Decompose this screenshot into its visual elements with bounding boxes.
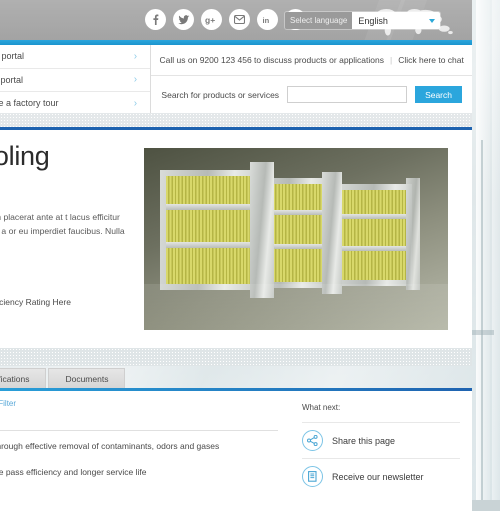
what-next-label: Share this page — [332, 435, 396, 446]
what-next-label: Receive our newsletter — [332, 471, 424, 482]
twitter-icon[interactable] — [173, 9, 194, 30]
social-links: g+ in P — [145, 9, 306, 30]
newsletter-icon — [302, 466, 323, 487]
chevron-right-icon: › — [133, 97, 138, 109]
chevron-down-icon — [429, 18, 436, 23]
what-next-title: What next: — [302, 403, 341, 412]
efficiency-rating-label: Efficiency Rating Here — [0, 296, 71, 307]
svg-text:g+: g+ — [205, 15, 215, 25]
section-divider — [0, 113, 472, 127]
section-divider-2 — [0, 348, 472, 366]
tab-specifications[interactable]: Specifications — [0, 368, 47, 388]
search-input[interactable] — [287, 86, 408, 103]
hero-section: Cooling g elit. Nam placerat ante at t l… — [0, 127, 472, 348]
chat-link[interactable]: Click here to chat — [398, 55, 464, 65]
google-plus-icon[interactable]: g+ — [201, 9, 222, 30]
linkedin-icon[interactable]: in — [257, 9, 278, 30]
what-next-item-newsletter[interactable]: Receive our newsletter — [302, 458, 460, 494]
language-selected-text: English — [358, 15, 388, 26]
language-selector-value[interactable]: English — [352, 12, 441, 29]
what-next-panel: What next: Share this page Receive our n… — [292, 391, 472, 511]
search-row: Search for products or services Search — [151, 76, 472, 113]
site-header: g+ in P Select language English — [0, 0, 472, 40]
search-label: Search for products or services — [161, 89, 280, 100]
hero-description: g elit. Nam placerat ante at t lacus eff… — [0, 211, 125, 236]
sidebar-item-label: Supplier portal — [0, 51, 25, 62]
svg-text:in: in — [263, 16, 270, 25]
list-item: mum single pass efficiency and longer se… — [0, 466, 147, 477]
breadcrumb[interactable]: et Cooling Filter — [0, 399, 278, 408]
lower-content: et Cooling Filter ir quality through eff… — [0, 391, 472, 511]
sidebar-item-factory-tour[interactable]: › Schedule a factory tour › — [0, 92, 150, 115]
share-icon — [302, 430, 323, 451]
chevron-right-icon: › — [133, 74, 138, 86]
language-selector-label: Select language — [285, 12, 353, 29]
tab-bar: Specifications Documents — [0, 366, 472, 388]
email-icon[interactable] — [229, 9, 250, 30]
sidebar-item-label: Careers portal — [0, 74, 24, 85]
list-item: ir quality through effective removal of … — [0, 441, 220, 451]
tab-documents[interactable]: Documents — [48, 368, 126, 388]
what-next-item-share[interactable]: Share this page — [302, 422, 460, 458]
quick-links-panel: › Supplier portal › › Careers portal › ›… — [0, 45, 152, 115]
facebook-icon[interactable] — [145, 9, 166, 30]
chevron-right-icon: › — [133, 50, 138, 62]
search-button[interactable]: Search — [415, 86, 462, 103]
web-page: g+ in P Select language English › — [0, 0, 472, 511]
utility-row: › Supplier portal › › Careers portal › ›… — [0, 45, 472, 113]
call-us-text: Call us on 9200 123 456 to discuss produ… — [159, 55, 384, 65]
divider: | — [389, 55, 393, 65]
specifications-panel: et Cooling Filter ir quality through eff… — [0, 391, 292, 511]
sidebar-item-supplier-portal[interactable]: › Supplier portal › — [0, 45, 151, 69]
contact-row: Call us on 9200 123 456 to discuss produ… — [151, 45, 472, 76]
language-selector[interactable]: Select language English — [285, 12, 441, 29]
divider — [0, 430, 278, 431]
sidebar-item-careers-portal[interactable]: › Careers portal › — [0, 69, 151, 93]
contact-search-panel: Call us on 9200 123 456 to discuss produ… — [151, 45, 472, 113]
hero-text-block: Cooling g elit. Nam placerat ante at t l… — [0, 141, 135, 238]
page-title: Cooling — [0, 141, 50, 171]
efficiency-rating[interactable]: Efficiency Rating Here — [0, 292, 71, 311]
product-image — [140, 144, 452, 334]
sidebar-item-label: Schedule a factory tour — [0, 98, 59, 109]
